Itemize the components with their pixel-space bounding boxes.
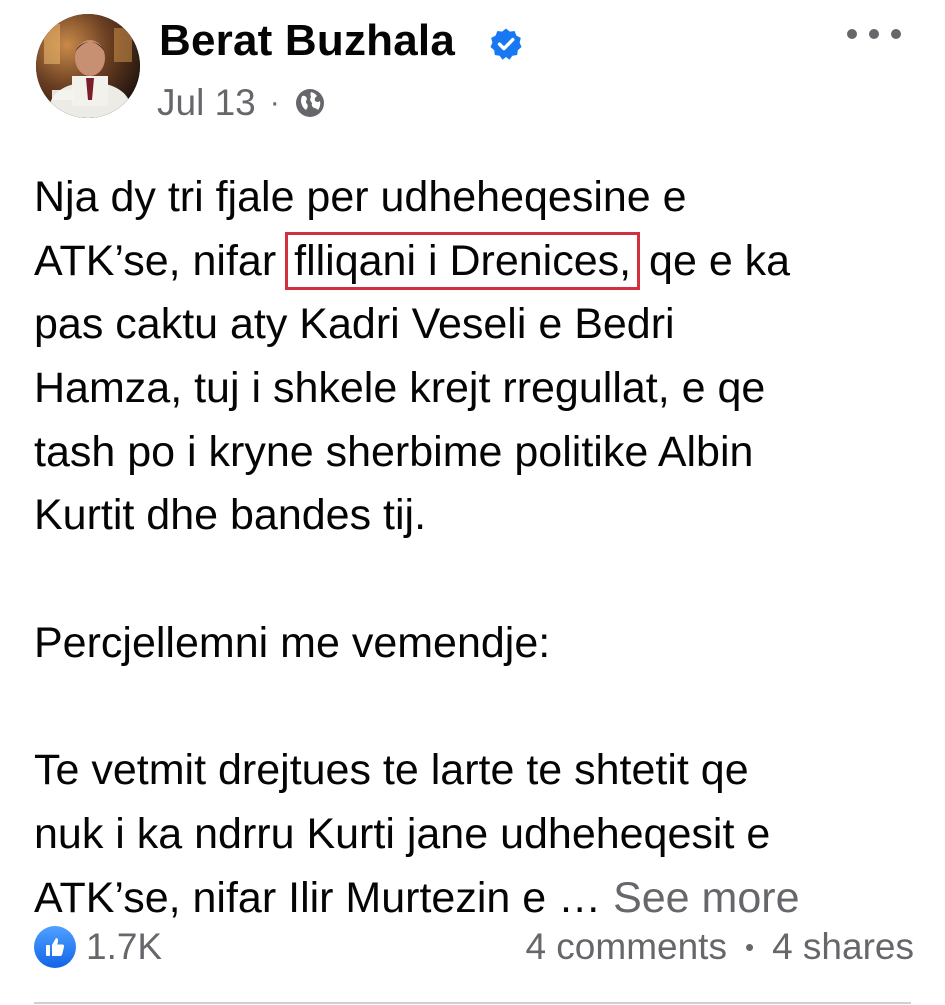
counts-separator: •	[744, 931, 755, 962]
text-line: ATK’se, nifar flliqani i Drenices, qe e …	[34, 230, 914, 294]
text-line: ATK’se, nifar Ilir Murtezin e … See more	[34, 867, 914, 931]
globe-icon	[295, 89, 324, 117]
text-segment: ATK’se, nifar	[34, 236, 289, 285]
comments-count[interactable]: 4 comments	[525, 926, 727, 968]
more-dot	[869, 29, 879, 39]
meta-separator: ·	[269, 86, 280, 119]
facebook-post: Berat Buzhala Jul 13 · Nja dy tri fjale …	[0, 0, 945, 1005]
thumbs-up-icon	[46, 938, 65, 956]
verified-badge-icon	[490, 28, 522, 60]
text-line: Nja dy tri fjale per udheheqesine e	[34, 173, 687, 221]
more-options-icon[interactable]	[847, 20, 901, 48]
reaction-count: 1.7K	[86, 926, 163, 967]
text-line: Te vetmit drejtues te larte te shtetit q…	[34, 746, 749, 795]
shares-count[interactable]: 4 shares	[772, 926, 914, 968]
reactions-summary[interactable]: 1.7K	[34, 924, 162, 970]
text-segment: qe e ka	[637, 236, 791, 285]
text-line: tash po i kryne sherbime politike Albin	[34, 427, 754, 476]
post-timestamp[interactable]: Jul 13	[157, 82, 256, 124]
like-icon	[34, 926, 76, 968]
more-dot	[847, 29, 857, 39]
post-meta: Jul 13 ·	[157, 80, 326, 126]
text-line: pas caktu aty Kadri Veseli e Bedri	[34, 300, 675, 349]
text-line: nuk i ka ndrru Kurti jane udheheqesit e	[34, 809, 771, 858]
more-dot	[891, 29, 901, 39]
text-line: Kurtit dhe bandes tij.	[34, 491, 427, 540]
text-line: Hamza, tuj i shkele krejt rregullat, e q…	[34, 364, 766, 413]
text-segment: ATK’se, nifar Ilir Murtezin e …	[34, 873, 614, 922]
highlighted-phrase: flliqani i Drenices,	[285, 231, 641, 290]
author-avatar[interactable]	[36, 14, 140, 118]
footer-divider	[34, 1002, 911, 1004]
text-line: Percjellemni me vemendje:	[34, 618, 551, 667]
post-text: Nja dy tri fjale per udheheqesine e ATK’…	[34, 166, 914, 930]
avatar-photo	[36, 14, 140, 118]
author-name[interactable]: Berat Buzhala	[159, 16, 455, 66]
engagement-counts: 4 comments • 4 shares	[525, 924, 914, 970]
see-more-link[interactable]: See more	[613, 874, 799, 922]
